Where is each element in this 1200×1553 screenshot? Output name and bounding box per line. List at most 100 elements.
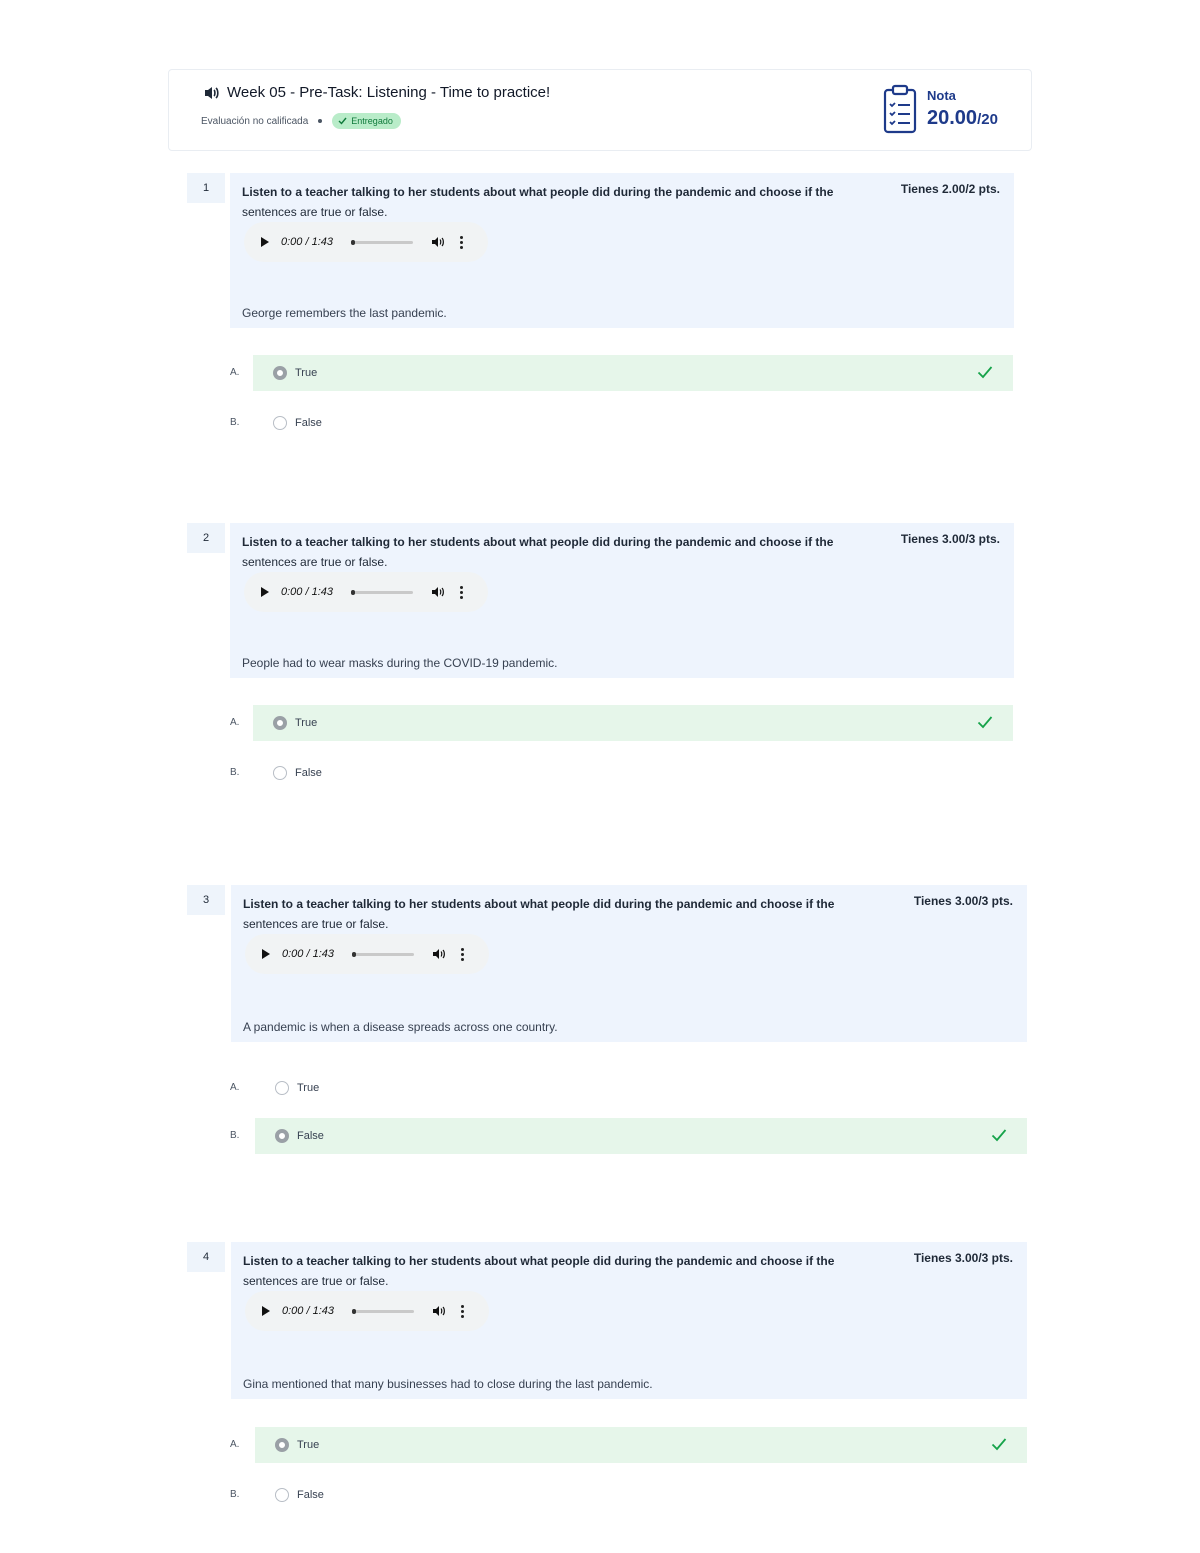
question-card: Listen to a teacher talking to her stude… [231, 885, 1027, 1042]
question-points: Tienes 3.00/3 pts. [913, 1251, 1013, 1265]
volume-icon[interactable] [432, 1305, 446, 1317]
check-icon [338, 117, 347, 125]
radio-button[interactable] [275, 1129, 289, 1143]
radio-button[interactable] [273, 766, 287, 780]
radio-button[interactable] [273, 416, 287, 430]
audio-time: 0:00 / 1:43 [282, 948, 334, 960]
question-prompt-line: Listen to a teacher talking to her stude… [243, 897, 835, 911]
activity-title: Week 05 - Pre-Task: Listening - Time to … [203, 84, 550, 101]
question-number: 1 [187, 173, 225, 203]
audio-seek-bar[interactable] [352, 1308, 414, 1314]
option-letter: A. [230, 367, 240, 378]
audio-seek-bar[interactable] [352, 951, 414, 957]
play-icon[interactable] [262, 1306, 270, 1316]
answer-option[interactable]: False [253, 405, 1013, 441]
volume-icon[interactable] [432, 948, 446, 960]
correct-check-icon [991, 1438, 1007, 1451]
question-statement: George remembers the last pandemic. [242, 306, 447, 320]
option-label: False [297, 1489, 324, 1501]
audio-time: 0:00 / 1:43 [282, 1305, 334, 1317]
answer-option[interactable]: False [255, 1118, 1027, 1154]
question-statement: A pandemic is when a disease spreads acr… [243, 1020, 558, 1034]
play-icon[interactable] [261, 587, 269, 597]
option-letter: B. [230, 1130, 240, 1141]
radio-button[interactable] [273, 366, 287, 380]
correct-check-icon [977, 366, 993, 379]
audio-time: 0:00 / 1:43 [281, 236, 333, 248]
question-card: Listen to a teacher talking to her stude… [231, 1242, 1027, 1399]
radio-button[interactable] [275, 1438, 289, 1452]
evaluation-type-label: Evaluación no calificada [201, 115, 309, 127]
question-prompt: Listen to a teacher talking to her stude… [243, 894, 863, 934]
question-prompt-line: Listen to a teacher talking to her stude… [243, 1254, 835, 1268]
answer-option[interactable]: False [253, 755, 1013, 791]
activity-meta: Evaluación no calificada Entregado [201, 113, 401, 129]
option-letter: B. [230, 417, 240, 428]
audio-seek-bar[interactable] [351, 239, 413, 245]
status-badge-label: Entregado [351, 116, 393, 126]
answer-option[interactable]: False [255, 1477, 1027, 1513]
question-prompt-line: sentences are true or false. [243, 917, 389, 931]
question-card: Listen to a teacher talking to her stude… [230, 173, 1014, 328]
activity-header: Week 05 - Pre-Task: Listening - Time to … [168, 69, 1032, 151]
document-checklist-icon [883, 84, 917, 134]
question-number: 2 [187, 523, 225, 553]
audio-time: 0:00 / 1:43 [281, 586, 333, 598]
more-options-icon[interactable] [460, 1304, 464, 1318]
question-prompt: Listen to a teacher talking to her stude… [242, 182, 862, 222]
option-label: True [295, 367, 318, 379]
question-prompt: Listen to a teacher talking to her stude… [242, 532, 862, 572]
option-letter: B. [230, 1489, 240, 1500]
radio-button[interactable] [275, 1488, 289, 1502]
question-number: 3 [187, 885, 225, 915]
option-letter: A. [230, 1439, 240, 1450]
audio-player[interactable]: 0:00 / 1:43 [245, 1291, 489, 1331]
correct-check-icon [991, 1129, 1007, 1142]
audio-player[interactable]: 0:00 / 1:43 [244, 572, 488, 612]
answer-option[interactable]: True [255, 1070, 1027, 1106]
audio-player[interactable]: 0:00 / 1:43 [245, 934, 489, 974]
question-number: 4 [187, 1242, 225, 1272]
play-icon[interactable] [261, 237, 269, 247]
radio-button[interactable] [275, 1081, 289, 1095]
grade-value: 20.00/20 [927, 107, 998, 129]
option-letter: A. [230, 717, 240, 728]
answer-option[interactable]: True [253, 705, 1013, 741]
question-prompt-line: Listen to a teacher talking to her stude… [242, 185, 834, 199]
question-points: Tienes 3.00/3 pts. [900, 532, 1000, 546]
question-points: Tienes 3.00/3 pts. [913, 894, 1013, 908]
more-options-icon[interactable] [459, 585, 463, 599]
question-statement: Gina mentioned that many businesses had … [243, 1377, 653, 1391]
question-prompt-line: Listen to a teacher talking to her stude… [242, 535, 834, 549]
option-label: False [295, 767, 322, 779]
more-options-icon[interactable] [459, 235, 463, 249]
answer-option[interactable]: True [253, 355, 1013, 391]
grade-label: Nota [927, 88, 956, 103]
volume-icon[interactable] [431, 586, 445, 598]
question-prompt-line: sentences are true or false. [242, 555, 388, 569]
option-label: False [295, 417, 322, 429]
question-prompt-line: sentences are true or false. [243, 1274, 389, 1288]
question-points: Tienes 2.00/2 pts. [900, 182, 1000, 196]
audio-player[interactable]: 0:00 / 1:43 [244, 222, 488, 262]
grade-summary: Nota 20.00/20 [881, 84, 998, 136]
volume-icon[interactable] [431, 236, 445, 248]
correct-check-icon [977, 716, 993, 729]
question-card: Listen to a teacher talking to her stude… [230, 523, 1014, 678]
option-letter: B. [230, 767, 240, 778]
status-badge: Entregado [332, 113, 401, 129]
audio-seek-bar[interactable] [351, 589, 413, 595]
option-label: False [297, 1130, 324, 1142]
option-letter: A. [230, 1082, 240, 1093]
play-icon[interactable] [262, 949, 270, 959]
answer-option[interactable]: True [255, 1427, 1027, 1463]
activity-title-text: Week 05 - Pre-Task: Listening - Time to … [227, 84, 551, 101]
question-prompt: Listen to a teacher talking to her stude… [243, 1251, 863, 1291]
option-label: True [295, 717, 318, 729]
separator-dot [318, 119, 323, 123]
option-label: True [297, 1439, 320, 1451]
speaker-icon [205, 86, 219, 99]
option-label: True [297, 1082, 320, 1094]
radio-button[interactable] [273, 716, 287, 730]
more-options-icon[interactable] [460, 947, 464, 961]
